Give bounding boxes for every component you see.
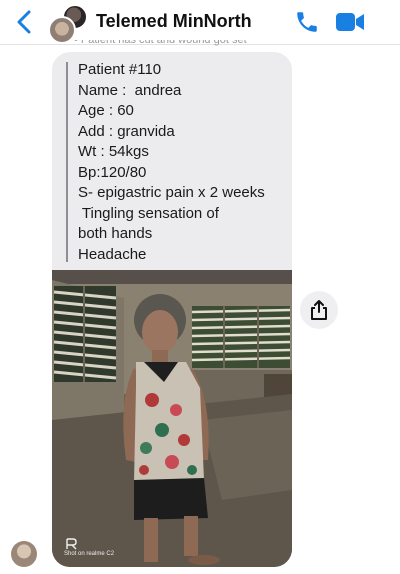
realme-logo-icon xyxy=(66,538,77,550)
back-chevron-icon[interactable] xyxy=(12,8,38,36)
message-line: S- epigastric pain x 2 weeks xyxy=(78,184,265,201)
message-line: Wt : 54kgs xyxy=(78,143,149,160)
phone-icon[interactable] xyxy=(294,9,320,35)
message-line: Tingling sensation of xyxy=(78,204,219,222)
message-line: Patient #110 xyxy=(78,61,162,78)
message-line: Age : 60 xyxy=(78,102,134,119)
message-line: Headache xyxy=(78,245,147,263)
photo-illustration xyxy=(52,270,292,567)
group-avatar[interactable] xyxy=(48,4,92,44)
photo-watermark: Shot on realme C2 xyxy=(64,551,115,557)
share-button[interactable] xyxy=(300,291,338,329)
message-line: Bp:120/80 xyxy=(78,163,147,181)
quote-bar xyxy=(66,62,68,262)
message-line: Name : andrea xyxy=(78,81,182,99)
sender-avatar[interactable] xyxy=(11,541,37,567)
member-avatar xyxy=(48,16,76,44)
chat-header: Telemed MinNorth xyxy=(0,0,400,45)
patient-photo[interactable] xyxy=(52,270,292,567)
video-camera-icon[interactable] xyxy=(335,11,365,33)
conversation-title[interactable]: Telemed MinNorth xyxy=(96,11,252,32)
message-line: Add : granvida xyxy=(78,122,175,140)
message-text[interactable]: Patient #110 Name : andrea Age : 60 Add … xyxy=(78,60,265,265)
share-icon xyxy=(311,300,327,320)
message-line: both hands xyxy=(78,225,153,242)
